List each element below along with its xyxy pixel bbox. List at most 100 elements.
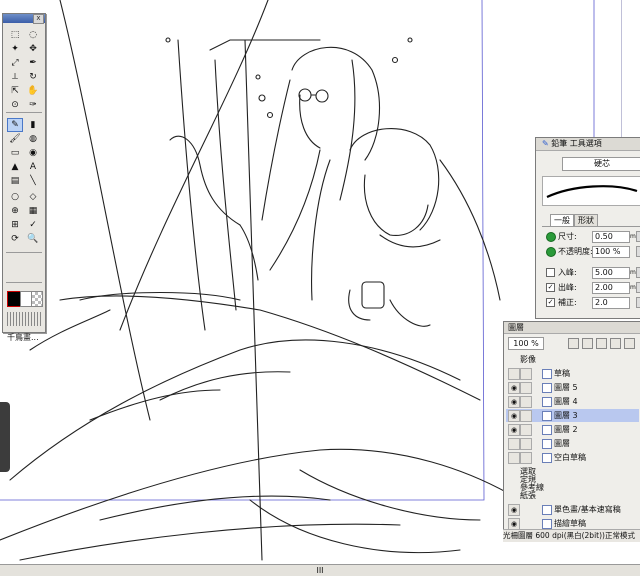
rotate-icon[interactable]: ↻ xyxy=(25,70,41,84)
tool-options-title[interactable]: ✎ 鉛筆 工具選項 xyxy=(536,138,640,151)
text-icon[interactable]: A xyxy=(25,160,41,174)
pen-tool-icon[interactable]: ✑ xyxy=(25,98,41,112)
object-icon[interactable]: ⊞ xyxy=(7,218,23,232)
layer-row[interactable]: 圖層 xyxy=(506,437,639,450)
transparent-color-swatch[interactable] xyxy=(31,291,43,307)
hand-icon[interactable]: ✋ xyxy=(25,84,41,98)
toolbox-palette: x ⬚ ◌ ✦ ✥ ⤢ ✒ ⟂ ↻ ⇱ ✋ ⊙ ✑ ✎ ▮ 🖌 ◍ ▭ ◉ ▲ A ▤ ╲ ○ ◇ ⊕ ▦ ⊞ ✓ ⟳ 🔍 千鳥畫... xyxy=(2,13,46,342)
layer-name: 空白草稿 xyxy=(554,453,586,462)
layer-row[interactable]: ◉ 圖層 5 xyxy=(506,381,639,394)
layer-zoom-field[interactable]: 100 % xyxy=(508,337,544,350)
layer-row[interactable]: ◉ 圖層 3 xyxy=(506,409,639,422)
property-value-field[interactable]: 0.50 xyxy=(592,230,630,243)
lasso-icon[interactable]: ◌ xyxy=(25,28,41,42)
copy-layer-icon[interactable] xyxy=(596,338,607,349)
pressure-toggle-icon[interactable] xyxy=(546,231,556,242)
pressure-toggle-icon[interactable] xyxy=(546,246,556,257)
marker-icon[interactable]: ▮ xyxy=(25,118,41,132)
layer-name: 圖層 3 xyxy=(554,411,578,420)
eye-icon[interactable] xyxy=(508,452,520,464)
lock-icon[interactable] xyxy=(624,338,635,349)
horizontal-scrollbar[interactable]: III xyxy=(0,564,640,576)
eye-icon[interactable]: ◉ xyxy=(508,396,520,408)
spinner-icon[interactable] xyxy=(636,246,640,257)
spinner-icon[interactable] xyxy=(636,297,640,308)
eye-icon[interactable]: ◉ xyxy=(508,424,520,436)
property-value-field[interactable]: 2.00 xyxy=(592,281,630,294)
pattern-icon[interactable]: ▦ xyxy=(25,204,41,218)
zoom-selection-icon[interactable]: ⤢ xyxy=(7,56,23,70)
property-value-field[interactable]: 2.0 xyxy=(592,296,630,309)
layer-row[interactable]: ◉ 圖層 2 xyxy=(506,423,639,436)
layer-lock-toggle[interactable] xyxy=(520,396,532,408)
layer-move-icon[interactable]: ⇱ xyxy=(7,84,23,98)
pencil-icon[interactable]: ✎ xyxy=(7,118,23,132)
marquee-icon[interactable]: ⬚ xyxy=(7,28,23,42)
tool-property-row: 入峰:5.00mm xyxy=(546,266,640,279)
layer-thumbnail xyxy=(542,453,552,463)
stroke-preview-curve xyxy=(546,185,638,198)
property-checkbox[interactable] xyxy=(546,268,555,277)
shape-icon[interactable]: ◇ xyxy=(25,190,41,204)
correct-icon[interactable]: ✓ xyxy=(25,218,41,232)
eye-icon[interactable] xyxy=(508,438,520,450)
property-label: 尺寸: xyxy=(558,232,577,241)
panel-collapse-tab[interactable] xyxy=(0,402,10,472)
layer-lock-toggle[interactable] xyxy=(520,438,532,450)
eye-icon[interactable]: ◉ xyxy=(508,410,520,422)
layer-name: 圖層 4 xyxy=(554,397,578,406)
spinner-icon[interactable] xyxy=(636,282,640,293)
delete-layer-icon[interactable] xyxy=(610,338,621,349)
eye-icon[interactable]: ◉ xyxy=(508,382,520,394)
blur-icon[interactable]: ◉ xyxy=(25,146,41,160)
spinner-icon[interactable] xyxy=(636,267,640,278)
layer-row[interactable]: ◉ 圖層 4 xyxy=(506,395,639,408)
tool-options-panel: ✎ 鉛筆 工具選項 硬芯 一般 形狀 尺寸:0.50mm不透明度:100 %入峰… xyxy=(535,137,640,319)
new-folder-icon[interactable] xyxy=(582,338,593,349)
spinner-icon[interactable] xyxy=(636,231,640,242)
layer-lock-toggle[interactable] xyxy=(520,452,532,464)
pen-icon[interactable]: ✒ xyxy=(25,56,41,70)
property-checkbox[interactable]: ✓ xyxy=(546,283,555,292)
layer-row[interactable]: 草稿 xyxy=(506,367,639,380)
stamp-icon[interactable]: ⊕ xyxy=(7,204,23,218)
line-icon[interactable]: ╲ xyxy=(25,174,41,188)
property-checkbox[interactable]: ✓ xyxy=(546,298,555,307)
eye-icon[interactable]: ◉ xyxy=(508,504,520,516)
tab-general[interactable]: 一般 xyxy=(550,214,574,226)
property-value-field[interactable]: 100 % xyxy=(592,245,630,258)
airbrush-icon[interactable]: ◍ xyxy=(25,132,41,146)
subtool-selector[interactable]: 硬芯 xyxy=(562,157,640,171)
eye-icon[interactable] xyxy=(508,368,520,380)
tab-shape[interactable]: 形狀 xyxy=(574,214,598,226)
pencil-icon: ✎ xyxy=(542,139,549,148)
layer-lock-toggle[interactable] xyxy=(520,382,532,394)
layer-folder-image[interactable]: 影像 xyxy=(506,355,639,364)
toolbox-close-button[interactable]: x xyxy=(33,14,44,24)
ruler-icon[interactable]: ⟂ xyxy=(7,70,23,84)
property-value-field[interactable]: 5.00 xyxy=(592,266,630,279)
rotate-view-icon[interactable]: ⟳ xyxy=(7,232,23,246)
magic-wand-icon[interactable]: ✦ xyxy=(7,42,23,56)
layer-group-row[interactable]: 紙張 xyxy=(506,491,639,500)
move-icon[interactable]: ✥ xyxy=(25,42,41,56)
layer-row[interactable]: 空白草稿 xyxy=(506,451,639,464)
gradient-icon[interactable]: ▤ xyxy=(7,174,23,188)
brush-icon[interactable]: 🖌 xyxy=(7,132,23,146)
toolbox-titlebar[interactable]: x xyxy=(3,14,45,24)
ellipse-icon[interactable]: ○ xyxy=(7,190,23,204)
eyedropper-icon[interactable]: ⊙ xyxy=(7,98,23,112)
eraser-icon[interactable]: ▭ xyxy=(7,146,23,160)
foreground-color-swatch[interactable] xyxy=(7,291,21,307)
layer-lock-toggle[interactable] xyxy=(520,410,532,422)
layer-lock-toggle[interactable] xyxy=(520,368,532,380)
layer-lock-toggle[interactable] xyxy=(520,424,532,436)
paper-layer-row[interactable]: ◉ 單色畫/基本速寫稿 xyxy=(506,503,639,516)
fill-icon[interactable]: ▲ xyxy=(7,160,23,174)
new-layer-icon[interactable] xyxy=(568,338,579,349)
layers-toolbar: 100 % xyxy=(506,336,639,350)
scrollbar-thumb-grip[interactable]: III xyxy=(316,566,323,575)
texture-preview[interactable] xyxy=(7,312,41,326)
zoom-icon[interactable]: 🔍 xyxy=(25,232,41,246)
layers-title[interactable]: 圖層 xyxy=(504,322,640,334)
